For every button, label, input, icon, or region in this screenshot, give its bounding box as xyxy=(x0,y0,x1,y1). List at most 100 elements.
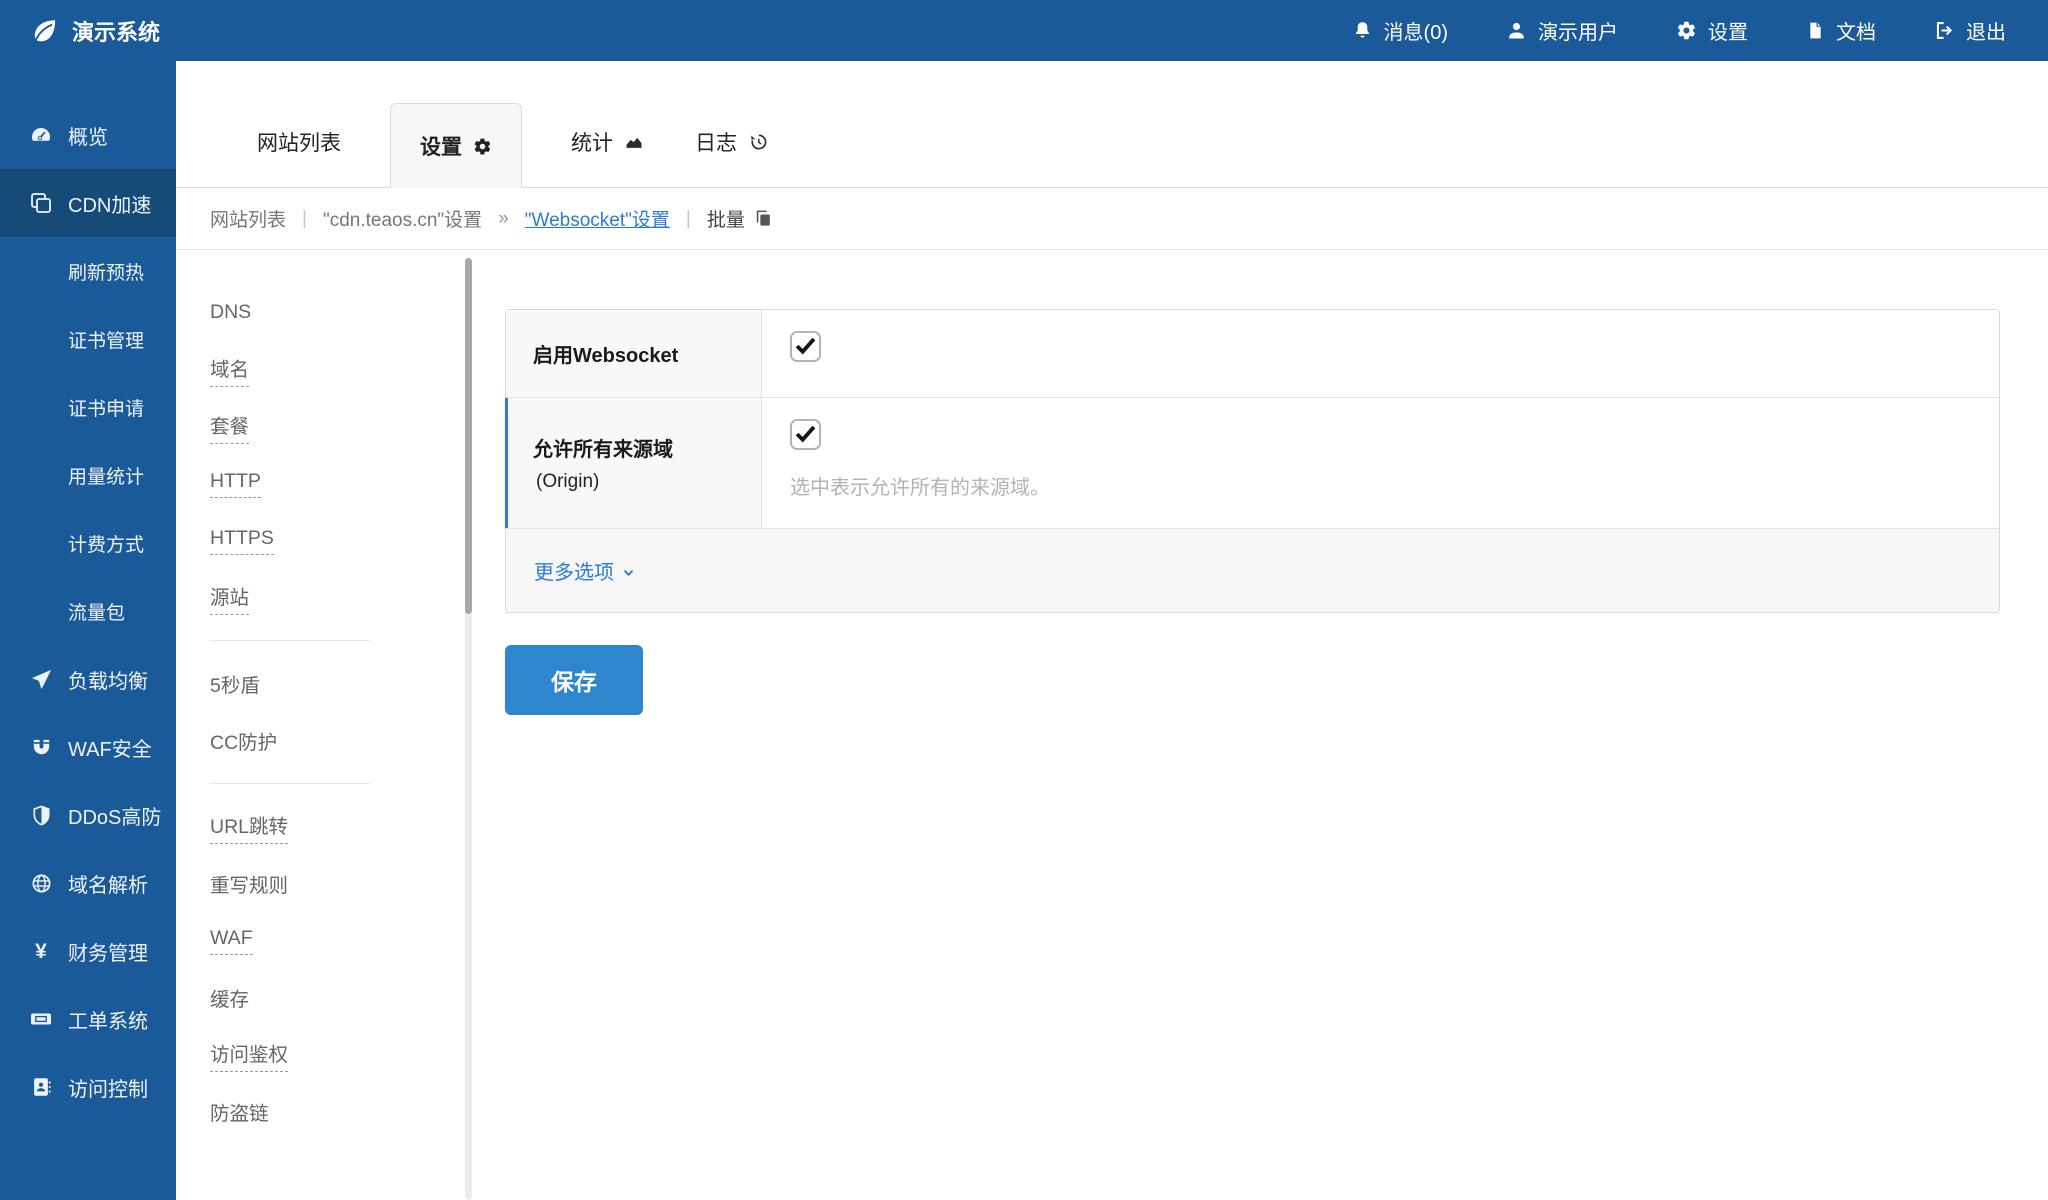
magnet-icon xyxy=(26,736,56,759)
submenu-label: DNS xyxy=(210,301,251,324)
breadcrumb-batch-button[interactable]: 批量 xyxy=(707,205,773,232)
topbar: 演示系统 消息(0) 演示用户 设置 文档 xyxy=(0,0,2048,61)
bell-icon xyxy=(1352,20,1373,41)
sidebar-item-finance[interactable]: ¥ 财务管理 xyxy=(0,917,176,985)
sidebar-item-label: CDN加速 xyxy=(68,189,151,218)
submenu-item-dns[interactable]: DNS xyxy=(210,284,450,341)
submenu-label: CC防护 xyxy=(210,726,277,755)
sidebar-item-label: DDoS高防 xyxy=(68,801,161,830)
breadcrumb-site-settings[interactable]: "cdn.teaos.cn"设置 xyxy=(323,205,482,232)
breadcrumb-websocket-settings[interactable]: "Websocket"设置 xyxy=(525,205,670,232)
sidebar-item-label: 流量包 xyxy=(68,598,125,625)
submenu-item-origin[interactable]: 源站 xyxy=(210,569,450,626)
submenu-label: 重写规则 xyxy=(210,869,288,898)
submenu-divider xyxy=(210,783,370,784)
sidebar-item-cert-apply[interactable]: 证书申请 xyxy=(0,373,176,441)
tab-bar: 网站列表 设置 统计 日志 xyxy=(176,61,2048,188)
logout-menu-item[interactable]: 退出 xyxy=(1934,16,2006,45)
allow-origins-sublabel: (Origin) xyxy=(533,471,747,493)
file-icon xyxy=(1806,20,1825,41)
submenu-item-5s-shield[interactable]: 5秒盾 xyxy=(210,655,450,712)
submenu-item-cc-protect[interactable]: CC防护 xyxy=(210,712,450,769)
submenu-item-plan[interactable]: 套餐 xyxy=(210,398,450,455)
ticket-icon xyxy=(26,1007,56,1031)
settings-panel: 启用Websocket 允许所有来源域 (Origin) xyxy=(505,309,2000,613)
row-label-cell: 允许所有来源域 (Origin) xyxy=(506,398,762,528)
breadcrumb: 网站列表 | "cdn.teaos.cn"设置 » "Websocket"设置 … xyxy=(176,188,2048,250)
user-icon xyxy=(1506,20,1527,41)
form-row-allow-all-origins: 允许所有来源域 (Origin) 选中表示允许所有的来源域。 xyxy=(506,398,1999,529)
sidebar-item-access-control[interactable]: 访问控制 xyxy=(0,1053,176,1121)
gear-icon xyxy=(1676,20,1697,41)
app-logo[interactable]: 演示系统 xyxy=(0,15,160,47)
breadcrumb-separator: | xyxy=(686,208,691,230)
breadcrumb-site-list[interactable]: 网站列表 xyxy=(210,205,286,232)
submenu-item-hotlink-protect[interactable]: 防盗链 xyxy=(210,1083,450,1140)
sidebar-item-cert-manage[interactable]: 证书管理 xyxy=(0,305,176,373)
submenu-label: HTTP xyxy=(210,470,261,498)
sidebar-item-tickets[interactable]: 工单系统 xyxy=(0,985,176,1053)
more-options-label: 更多选项 xyxy=(534,556,614,585)
submenu-item-http[interactable]: HTTP xyxy=(210,455,450,512)
scrollbar-thumb[interactable] xyxy=(465,258,472,614)
submenu-divider xyxy=(210,640,370,641)
tab-statistics[interactable]: 统计 xyxy=(569,127,646,187)
sidebar-item-label: 工单系统 xyxy=(68,1005,148,1034)
submenu-label: 域名 xyxy=(210,353,249,387)
row-label-cell: 启用Websocket xyxy=(506,310,762,397)
sidebar-item-label: 概览 xyxy=(68,121,108,150)
sidebar-item-usage-stats[interactable]: 用量统计 xyxy=(0,441,176,509)
row-value-cell xyxy=(762,310,1999,397)
tab-site-list[interactable]: 网站列表 xyxy=(255,127,343,187)
sidebar-item-label: 财务管理 xyxy=(68,937,148,966)
sidebar-item-ddos[interactable]: DDoS高防 xyxy=(0,781,176,849)
submenu-item-access-auth[interactable]: 访问鉴权 xyxy=(210,1026,450,1083)
submenu-item-rewrite-rules[interactable]: 重写规则 xyxy=(210,855,450,912)
submenu-item-cache[interactable]: 缓存 xyxy=(210,969,450,1026)
sidebar-item-dns-resolve[interactable]: 域名解析 xyxy=(0,849,176,917)
settings-menu-item[interactable]: 设置 xyxy=(1676,16,1748,45)
tab-logs[interactable]: 日志 xyxy=(693,127,770,187)
sidebar-item-load-balance[interactable]: 负载均衡 xyxy=(0,645,176,713)
sidebar-item-billing-mode[interactable]: 计费方式 xyxy=(0,509,176,577)
sidebar-item-label: 证书申请 xyxy=(68,394,144,421)
allow-origins-checkbox[interactable] xyxy=(790,419,821,450)
shield-icon xyxy=(26,804,56,827)
address-book-icon xyxy=(26,1076,56,1098)
enable-websocket-checkbox[interactable] xyxy=(790,331,821,362)
sidebar-item-refresh-preheat[interactable]: 刷新预热 xyxy=(0,237,176,305)
tachometer-icon xyxy=(26,123,56,147)
topbar-menu: 消息(0) 演示用户 设置 文档 退出 xyxy=(1352,16,2048,45)
submenu-item-domain[interactable]: 域名 xyxy=(210,341,450,398)
user-menu-item[interactable]: 演示用户 xyxy=(1506,16,1618,45)
submenu-item-https[interactable]: HTTPS xyxy=(210,512,450,569)
brand-title: 演示系统 xyxy=(72,15,160,47)
sidebar-item-overview[interactable]: 概览 xyxy=(0,101,176,169)
save-button[interactable]: 保存 xyxy=(505,645,643,715)
sign-out-icon xyxy=(1934,20,1955,41)
submenu-scrollbar[interactable] xyxy=(465,258,472,1200)
settings-submenu: DNS 域名 套餐 HTTP HTTPS 源站 5秒盾 CC防护 URL跳转 重… xyxy=(210,284,450,1140)
submenu-label: 防盗链 xyxy=(210,1097,269,1126)
sidebar-item-label: 证书管理 xyxy=(68,326,144,353)
sidebar-item-label: 访问控制 xyxy=(68,1073,148,1102)
tab-settings[interactable]: 设置 xyxy=(390,103,522,188)
sidebar-item-cdn[interactable]: CDN加速 xyxy=(0,169,176,237)
sidebar-item-waf[interactable]: WAF安全 xyxy=(0,713,176,781)
chevron-down-icon xyxy=(621,565,636,580)
sidebar-item-label: WAF安全 xyxy=(68,733,152,762)
sidebar-item-label: 刷新预热 xyxy=(68,258,144,285)
allow-origins-label: 允许所有来源域 xyxy=(533,433,747,462)
more-options-link[interactable]: 更多选项 xyxy=(534,556,636,585)
messages-label: 消息(0) xyxy=(1384,16,1448,45)
enable-websocket-label: 启用Websocket xyxy=(533,339,747,368)
sidebar-item-label: 计费方式 xyxy=(68,530,144,557)
submenu-item-waf[interactable]: WAF xyxy=(210,912,450,969)
area-chart-icon xyxy=(624,132,644,152)
gear-icon xyxy=(473,137,492,156)
submenu-item-url-redirect[interactable]: URL跳转 xyxy=(210,798,450,855)
sidebar-item-traffic-pack[interactable]: 流量包 xyxy=(0,577,176,645)
messages-menu-item[interactable]: 消息(0) xyxy=(1352,16,1448,45)
docs-menu-item[interactable]: 文档 xyxy=(1806,16,1876,45)
check-icon xyxy=(792,332,819,359)
